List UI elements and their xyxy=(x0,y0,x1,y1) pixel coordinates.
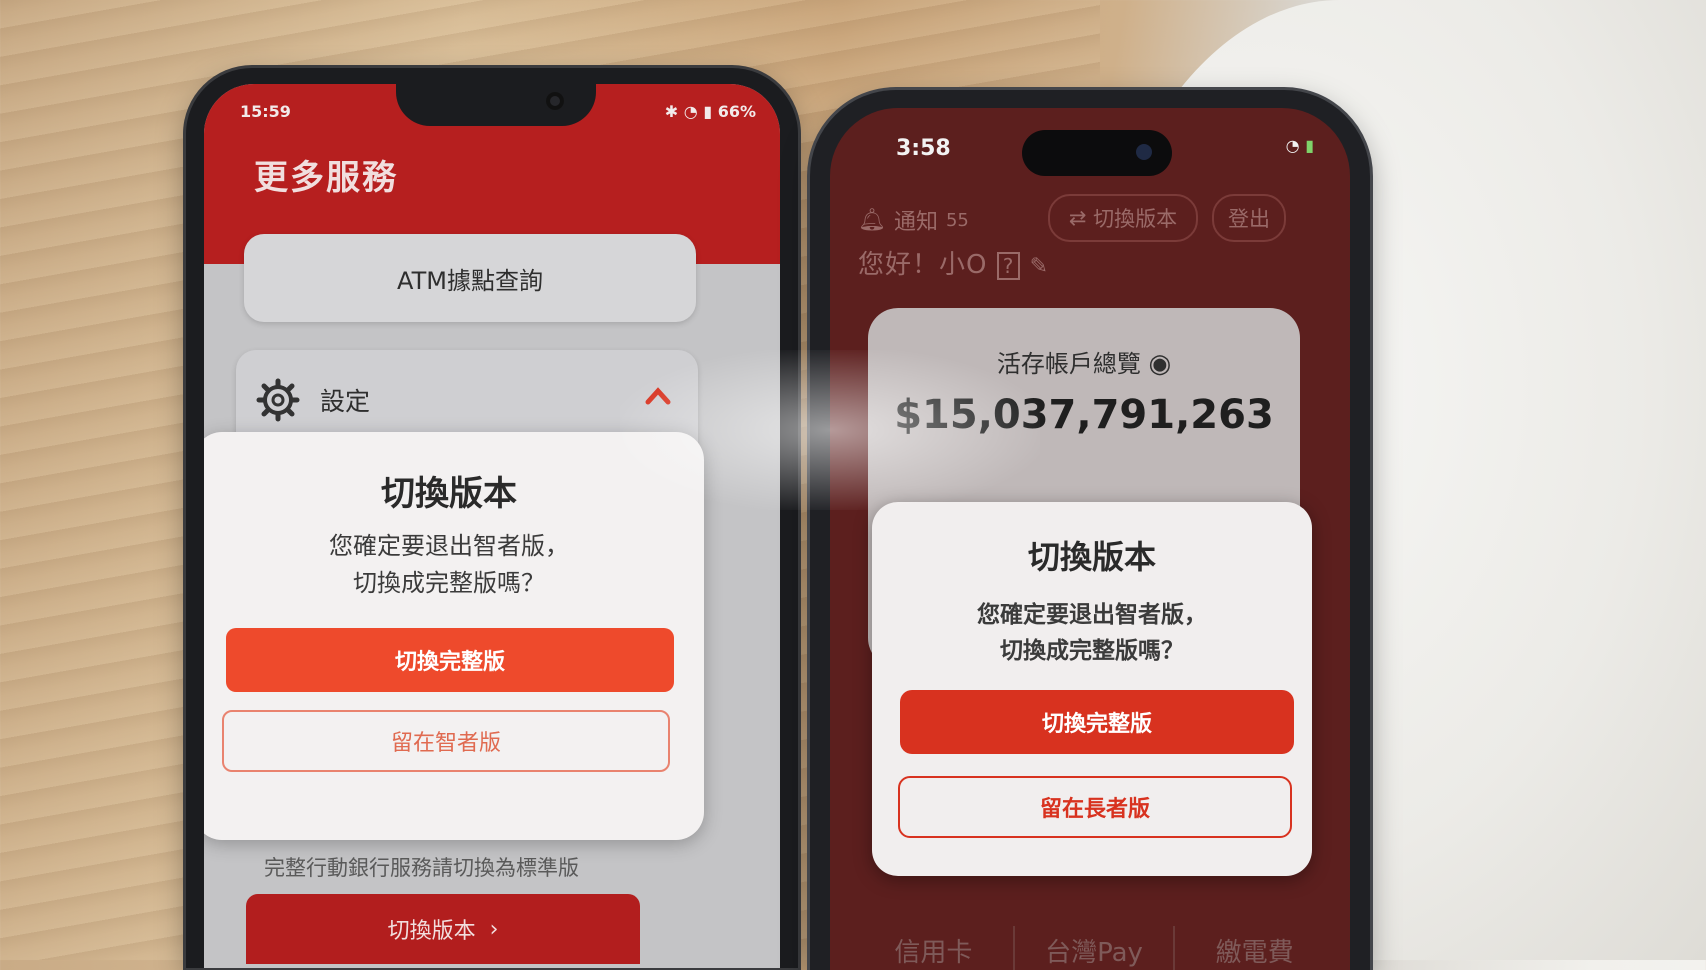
switch-version-pill[interactable]: ⇄ 切換版本 xyxy=(1048,194,1198,242)
status-battery: ✱ ◔ ▮ 66% xyxy=(665,102,756,121)
dialog-message: 您確定要退出智者版， 切換成完整版嗎？ xyxy=(872,598,1312,669)
switch-full-version-button[interactable]: 切換完整版 xyxy=(226,628,674,692)
switch-version-label: 切換版本 xyxy=(387,919,476,944)
dialog-message: 您確定要退出智者版， 切換成完整版嗎？ xyxy=(204,528,704,602)
dynamic-island xyxy=(1022,130,1172,176)
android-screen: 15:59 ✱ ◔ ▮ 66% 更多服務 ATM據點查詢 設定 完整行動銀行服務… xyxy=(204,84,780,968)
dialog-message-line-2: 切換成完整版嗎？ xyxy=(1000,637,1184,664)
dialog-title: 切換版本 xyxy=(381,474,517,514)
background-note: 完整行動銀行服務請切換為標準版 xyxy=(264,856,579,880)
edit-icon[interactable]: ✎ xyxy=(1030,254,1049,279)
status-icons: ◔ ▮ xyxy=(1286,136,1314,155)
camera-icon xyxy=(546,92,564,110)
battery-icon: ▮ xyxy=(1305,136,1314,155)
camera-icon xyxy=(1136,144,1152,160)
balance-amount: $15,037,791,263 xyxy=(894,392,1274,438)
iphone: 3:58 ◔ ▮ 🔔︎ 通知 55 ⇄ 切換版本 登出 您好！小O ? ✎ 活存… xyxy=(810,90,1370,970)
notification-button[interactable]: 🔔︎ 通知 55 xyxy=(858,204,969,236)
bluetooth-icon: ✱ xyxy=(664,102,679,121)
tab-credit-card[interactable]: 信用卡 xyxy=(854,926,1015,970)
switch-version-button[interactable]: 切換版本 › xyxy=(246,894,640,964)
dialog-title: 切換版本 xyxy=(1027,538,1156,576)
notification-label: 通知 xyxy=(893,210,938,235)
iphone-screen: 3:58 ◔ ▮ 🔔︎ 通知 55 ⇄ 切換版本 登出 您好！小O ? ✎ 活存… xyxy=(830,108,1350,970)
battery-icon: ▮ xyxy=(703,102,713,121)
settings-label: 設定 xyxy=(320,387,371,416)
wifi-icon: ◔ xyxy=(683,102,698,121)
status-time: 15:59 xyxy=(240,102,291,121)
page-title: 更多服務 xyxy=(254,158,398,198)
account-overview-title: 活存帳戶總覽 ◉ xyxy=(868,344,1300,379)
greeting-text: 您好！小O xyxy=(858,250,988,280)
gear-icon xyxy=(256,378,300,422)
switch-version-dialog: 切換版本 您確定要退出智者版， 切換成完整版嗎？ 切換完整版 留在智者版 xyxy=(204,432,704,840)
chevron-up-icon[interactable] xyxy=(644,382,672,410)
stay-current-version-button[interactable]: 留在智者版 xyxy=(222,710,670,772)
status-time: 3:58 xyxy=(896,136,951,161)
atm-locator-card[interactable]: ATM據點查詢 xyxy=(244,234,696,322)
bottom-tabs: 信用卡 台灣Pay 繳電費 xyxy=(854,926,1334,970)
stay-senior-version-button[interactable]: 留在長者版 xyxy=(898,776,1292,838)
bell-icon: 🔔︎ xyxy=(858,207,886,233)
eye-icon[interactable]: ◉ xyxy=(1148,349,1171,379)
top-bar: 🔔︎ 通知 55 ⇄ 切換版本 登出 xyxy=(858,194,1326,242)
notification-count: 55 xyxy=(945,209,969,231)
logout-pill[interactable]: 登出 xyxy=(1212,194,1286,242)
battery-percent: 66% xyxy=(717,102,756,121)
dialog-message-line-1: 您確定要退出智者版， xyxy=(329,532,569,560)
dialog-message-line-2: 切換成完整版嗎？ xyxy=(353,569,545,598)
notch xyxy=(396,84,596,126)
android-phone: 15:59 ✱ ◔ ▮ 66% 更多服務 ATM據點查詢 設定 完整行動銀行服務… xyxy=(186,68,798,968)
tab-electricity-bill[interactable]: 繳電費 xyxy=(1175,926,1334,970)
tab-taiwan-pay[interactable]: 台灣Pay xyxy=(1015,926,1176,970)
account-overview-label: 活存帳戶總覽 xyxy=(996,350,1141,378)
wifi-icon: ◔ xyxy=(1285,136,1300,155)
chevron-right-icon: › xyxy=(489,916,499,942)
dialog-message-line-1: 您確定要退出智者版， xyxy=(977,602,1207,628)
logout-label: 登出 xyxy=(1228,207,1270,231)
switch-full-version-button[interactable]: 切換完整版 xyxy=(900,690,1294,754)
swap-icon: ⇄ xyxy=(1068,206,1094,230)
greeting: 您好！小O ? ✎ xyxy=(858,244,1049,281)
atm-locator-label: ATM據點查詢 xyxy=(397,266,543,295)
switch-version-dialog: 切換版本 您確定要退出智者版， 切換成完整版嗎？ 切換完整版 留在長者版 xyxy=(872,502,1312,876)
help-icon[interactable]: ? xyxy=(996,252,1021,280)
switch-version-pill-label: 切換版本 xyxy=(1093,207,1178,231)
